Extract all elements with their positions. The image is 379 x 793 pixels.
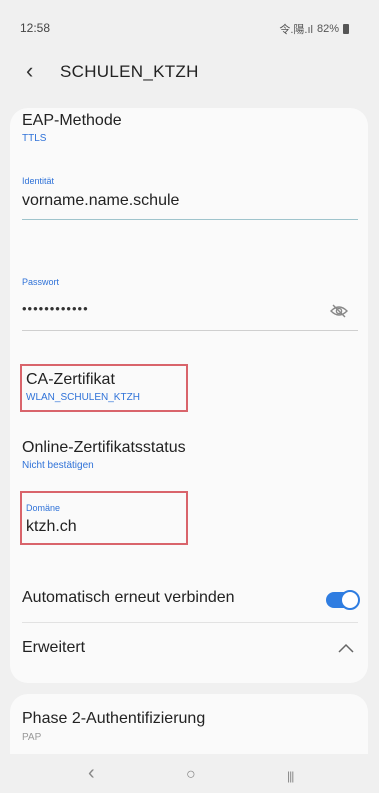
back-icon[interactable]: ‹ <box>26 60 33 82</box>
status-icons: 令.陽.ıl 82% <box>279 21 349 37</box>
auto-reconnect-toggle[interactable] <box>326 590 360 610</box>
app-header: ‹ SCHULEN_KTZH <box>0 56 379 90</box>
phase2-label: Phase 2-Authentifizierung <box>22 710 206 727</box>
nav-home-icon[interactable]: ○ <box>186 766 196 784</box>
advanced-label[interactable]: Erweitert <box>22 639 85 657</box>
identity-label: Identität <box>22 176 55 186</box>
auto-reconnect-label: Automatisch erneut verbinden <box>22 589 235 606</box>
password-input[interactable]: •••••••••••• <box>22 301 89 316</box>
signal-icon: 令.陽.ıl <box>279 24 313 36</box>
phase2-card: Phase 2-Authentifizierung PAP <box>10 694 368 754</box>
ca-cert-value: WLAN_SCHULEN_KTZH <box>26 392 140 403</box>
password-underline <box>22 330 358 331</box>
online-cert-label: Online-Zertifikatsstatus <box>22 439 186 456</box>
hide-password-icon[interactable] <box>330 304 348 318</box>
status-time: 12:58 <box>20 21 51 35</box>
eap-method-label: EAP-Methode <box>22 112 122 129</box>
battery-icon <box>343 24 349 34</box>
phase2-row[interactable]: Phase 2-Authentifizierung PAP <box>22 710 205 743</box>
settings-card: EAP-Methode TTLS Identität vorname.name.… <box>10 108 368 683</box>
domain-input[interactable]: ktzh.ch <box>26 518 77 536</box>
row-divider <box>22 622 358 623</box>
status-bar: 12:58 令.陽.ıl 82% <box>0 0 379 44</box>
password-label: Passwort <box>22 277 60 287</box>
ca-cert-row[interactable]: CA-Zertifikat WLAN_SCHULEN_KTZH <box>26 371 140 403</box>
identity-underline <box>22 219 358 220</box>
online-cert-value: Nicht bestätigen <box>22 460 94 471</box>
domain-label: Domäne <box>26 503 61 513</box>
toggle-knob <box>340 590 360 610</box>
chevron-up-icon[interactable] <box>338 643 354 653</box>
battery-level: 82% <box>316 23 339 35</box>
nav-recents-icon[interactable]: ||| <box>287 769 294 783</box>
eap-method-value: TTLS <box>22 133 47 144</box>
navigation-bar: ‹ ○ ||| <box>0 760 379 793</box>
page-title: SCHULEN_KTZH <box>60 62 199 81</box>
identity-input[interactable]: vorname.name.schule <box>22 192 179 210</box>
eap-method-row[interactable]: EAP-Methode TTLS <box>22 112 342 144</box>
online-cert-row[interactable]: Online-Zertifikatsstatus Nicht bestätige… <box>22 439 186 471</box>
ca-cert-label: CA-Zertifikat <box>26 371 115 388</box>
phase2-value: PAP <box>22 732 42 743</box>
nav-back-icon[interactable]: ‹ <box>88 762 95 785</box>
